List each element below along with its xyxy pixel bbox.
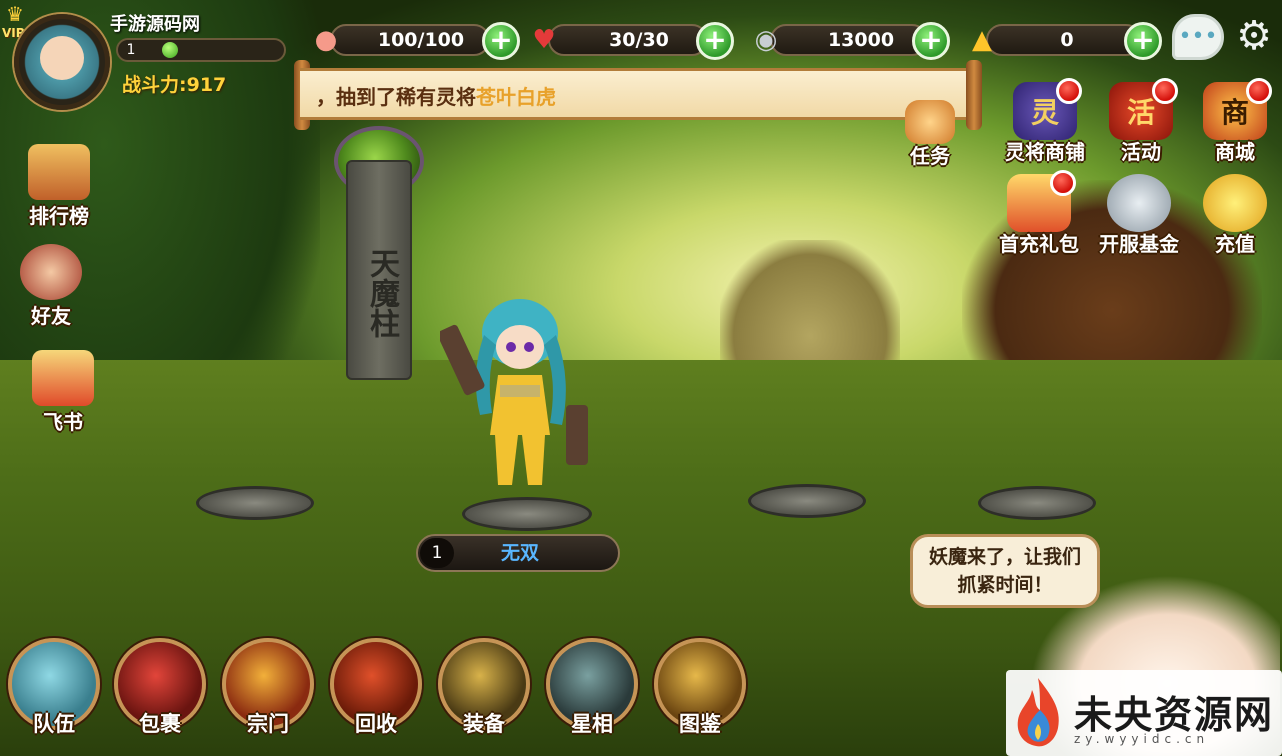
sect-label: 宗门 (247, 712, 289, 736)
resource-value: 0 (1060, 29, 1074, 51)
recycle-button[interactable]: 回收 (326, 638, 426, 736)
player-level: 1 (126, 42, 136, 58)
combat-power-value: 917 (186, 74, 227, 96)
mall-label: 商城 (1215, 140, 1255, 164)
notification-badge (1152, 78, 1178, 104)
battle-slot[interactable] (748, 484, 866, 518)
crown-icon: ♛ (6, 2, 24, 26)
bag-label: 包裹 (139, 712, 181, 736)
hero-level: 1 (420, 538, 454, 568)
distant-hill (720, 240, 900, 360)
system-notice: ，抽到了稀有灵将苍叶白虎 (300, 68, 980, 120)
add-peach-button[interactable]: + (482, 22, 520, 60)
recharge-button[interactable]: 充值 (1180, 174, 1282, 257)
recharge-ingot-icon (1203, 174, 1267, 232)
spirit-shop-button[interactable]: 灵 灵将商铺 (990, 78, 1100, 165)
watermark-url: zy.wyyidc.cn (1074, 732, 1210, 746)
leaderboard-icon (28, 144, 90, 200)
server-fund-button[interactable]: 开服基金 (1084, 174, 1194, 257)
silver-coin-icon: ◉ (754, 25, 778, 55)
speech-bubble: 妖魔来了，让我们抓紧时间！ (910, 534, 1100, 608)
task-button[interactable]: 任务 (890, 92, 970, 169)
task-icon (905, 100, 955, 144)
combat-power: 战斗力:917 (122, 70, 226, 97)
peach-icon: ● (314, 25, 338, 55)
friend-button[interactable]: 好友 (6, 244, 96, 329)
notice-highlight: 苍叶白虎 (476, 85, 556, 109)
combat-power-label: 战斗力: (122, 74, 187, 96)
astrology-label: 星相 (571, 712, 613, 736)
recharge-label: 充值 (1215, 232, 1255, 256)
gold-ingot-icon: ▲ (972, 25, 992, 55)
notification-badge (1246, 78, 1272, 104)
server-fund-label: 开服基金 (1099, 232, 1179, 256)
task-label: 任务 (910, 144, 950, 168)
first-recharge-gift-label: 首充礼包 (999, 232, 1079, 256)
watermark-title: 未央资源网 (1074, 692, 1275, 737)
resource-silver: ◉ 13000 + (746, 22, 962, 60)
battle-slot[interactable] (196, 486, 314, 520)
avatar-face (40, 36, 84, 80)
letter-label: 飞书 (43, 410, 83, 434)
notification-badge (1050, 170, 1076, 196)
resource-heart: ♥ 30/30 + (524, 22, 740, 60)
leaderboard-label: 排行榜 (29, 204, 89, 228)
flame-logo-icon (1017, 678, 1059, 747)
mall-button[interactable]: 商 商城 (1180, 78, 1282, 165)
notice-text: ，抽到了稀有灵将苍叶白虎 (316, 81, 556, 110)
codex-button[interactable]: 图鉴 (650, 638, 750, 736)
add-silver-button[interactable]: + (912, 22, 950, 60)
equipment-label: 装备 (463, 712, 505, 736)
notification-badge (1056, 78, 1082, 104)
bag-button[interactable]: 包裹 (110, 638, 210, 736)
codex-label: 图鉴 (679, 712, 721, 736)
notice-message: ，抽到了稀有灵将 (316, 85, 476, 109)
astrology-button[interactable]: 星相 (542, 638, 642, 736)
player-name: 手游源码网 (110, 14, 200, 35)
add-heart-button[interactable]: + (696, 22, 734, 60)
letter-button[interactable]: 飞书 (18, 350, 108, 435)
team-button[interactable]: 队伍 (4, 638, 104, 736)
pillar-text: 天魔柱 (364, 248, 399, 338)
resource-gold: ▲ 0 + (962, 22, 1168, 60)
letter-icon (32, 350, 94, 406)
hero-character[interactable] (440, 285, 600, 505)
resource-value: 13000 (827, 29, 895, 51)
friend-icon (20, 244, 82, 300)
resource-peach: ● 100/100 + (306, 22, 522, 60)
chat-icon[interactable]: ••• (1172, 14, 1224, 60)
resource-value: 30/30 (609, 29, 669, 51)
spirit-shop-label: 灵将商铺 (1005, 140, 1085, 164)
leaderboard-button[interactable]: 排行榜 (14, 144, 104, 229)
first-recharge-gift-button[interactable]: 首充礼包 (984, 170, 1094, 257)
fund-coins-icon (1107, 174, 1171, 232)
gear-icon[interactable]: ⚙ (1232, 14, 1276, 58)
recycle-label: 回收 (355, 712, 397, 736)
team-label: 队伍 (33, 712, 75, 736)
battle-slot[interactable] (978, 486, 1096, 520)
equipment-button[interactable]: 装备 (434, 638, 534, 736)
sect-button[interactable]: 宗门 (218, 638, 318, 736)
resource-value: 100/100 (377, 29, 465, 51)
add-gold-button[interactable]: + (1124, 22, 1162, 60)
heart-icon: ♥ (532, 25, 556, 55)
hero-name: 无双 (500, 542, 539, 564)
friend-label: 好友 (31, 304, 71, 328)
exp-orb-icon (162, 42, 178, 58)
